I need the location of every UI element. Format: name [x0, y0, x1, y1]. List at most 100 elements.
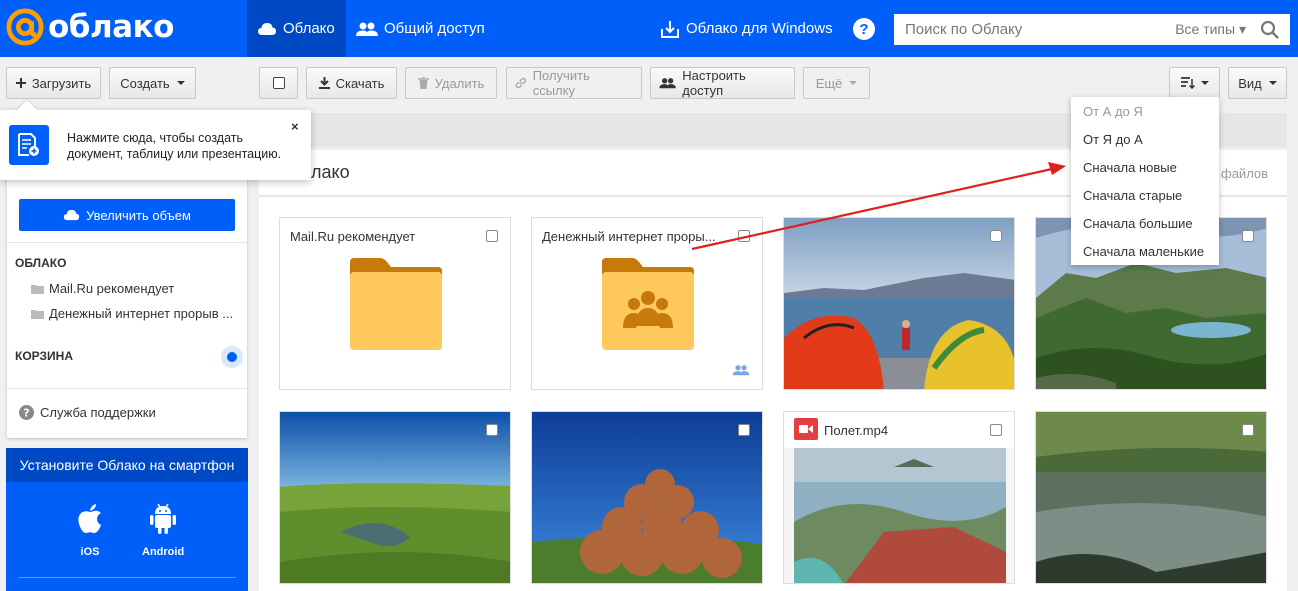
android-icon: [150, 503, 177, 534]
windows-link-label: Облако для Windows: [686, 20, 833, 37]
chevron-down-icon: [849, 81, 858, 85]
file-tile-folder-mailru[interactable]: Mail.Ru рекомендует: [279, 217, 511, 390]
tile-checkbox[interactable]: [486, 230, 498, 242]
folder-icon: [350, 258, 442, 350]
help-button[interactable]: ?: [853, 18, 875, 40]
tile-checkbox[interactable]: [486, 424, 498, 436]
at-logo-icon: [6, 8, 44, 46]
tile-checkbox[interactable]: [990, 230, 1002, 242]
mobile-app-promo: Установите Облако на смартфон iOS Androi…: [6, 448, 248, 591]
users-icon: [659, 78, 676, 89]
sort-button[interactable]: [1169, 67, 1220, 99]
upload-button[interactable]: Загрузить: [6, 67, 101, 99]
file-tile-folder-shared[interactable]: Денежный интернет проры...: [531, 217, 763, 390]
file-tile-photo-tents[interactable]: [783, 217, 1015, 390]
sidebar-item-mailru[interactable]: Mail.Ru рекомендует: [31, 281, 241, 296]
create-label: Создать: [120, 75, 170, 91]
cloud-icon: [258, 22, 276, 35]
tile-checkbox[interactable]: [738, 230, 750, 242]
increase-storage-button[interactable]: Увеличить объем: [19, 199, 235, 231]
chevron-down-icon: [176, 81, 185, 85]
tile-checkbox[interactable]: [738, 424, 750, 436]
download-box-icon: [661, 20, 679, 38]
android-app-link[interactable]: Android: [142, 502, 184, 558]
chevron-down-icon: [1200, 81, 1209, 85]
android-label: Android: [142, 546, 185, 558]
file-tile-video[interactable]: Полет.mp4: [783, 411, 1015, 584]
create-hint-tooltip: Нажмите сюда, чтобы создать документ, та…: [0, 100, 311, 180]
page-title: лако: [311, 162, 350, 182]
folder-icon: [31, 309, 44, 319]
sort-option-smallest[interactable]: Сначала маленькие: [1083, 244, 1204, 259]
sort-option-largest[interactable]: Сначала большие: [1083, 216, 1193, 231]
file-tile-photo-hay[interactable]: [531, 411, 763, 584]
photo-thumbnail: [784, 218, 1014, 389]
more-button[interactable]: Ещё: [803, 67, 870, 99]
chevron-down-icon: [1268, 81, 1277, 85]
file-tile-photo-forest[interactable]: [1035, 411, 1267, 584]
tile-checkbox[interactable]: [1242, 424, 1254, 436]
share-settings-button[interactable]: Настроить доступ: [650, 67, 795, 99]
view-label: Вид: [1238, 75, 1262, 91]
divider: [7, 242, 247, 243]
close-icon[interactable]: ×: [291, 119, 299, 134]
delete-label: Удалить: [434, 75, 485, 91]
new-document-icon: [9, 125, 49, 165]
upload-label: Загрузить: [31, 75, 92, 91]
tooltip-text: Нажмите сюда, чтобы создать документ, та…: [67, 131, 282, 161]
tile-label: Mail.Ru рекомендует: [290, 229, 416, 244]
delete-button[interactable]: Удалить: [405, 67, 497, 99]
tab-shared[interactable]: Общий доступ: [346, 0, 495, 57]
video-header: Полет.mp4: [784, 412, 1014, 448]
plus-icon: [15, 78, 26, 88]
download-icon: [318, 77, 330, 89]
get-link-button[interactable]: Получить ссылку: [506, 67, 642, 99]
sort-option-oldest[interactable]: Сначала старые: [1083, 188, 1182, 203]
download-button[interactable]: Скачать: [306, 67, 397, 99]
increase-storage-label: Увеличить объем: [86, 207, 191, 223]
divider: [7, 388, 247, 389]
photo-thumbnail: [532, 412, 762, 583]
tab-shared-label: Общий доступ: [384, 20, 485, 37]
tile-checkbox[interactable]: [1242, 230, 1254, 242]
windows-app-link[interactable]: Облако для Windows: [660, 0, 833, 57]
sort-menu: От А до Я От Я до А Сначала новые Сначал…: [1071, 97, 1219, 265]
select-all-button[interactable]: [259, 67, 298, 99]
sort-option-z-a[interactable]: От Я до А: [1083, 132, 1143, 147]
tab-cloud-label: Облако: [283, 20, 335, 37]
tab-cloud[interactable]: Облако: [247, 0, 346, 57]
support-link[interactable]: ? Служба поддержки: [19, 405, 156, 420]
svg-text:?: ?: [23, 407, 29, 420]
view-button[interactable]: Вид: [1228, 67, 1287, 99]
photo-thumbnail: [280, 412, 510, 583]
ios-app-link[interactable]: iOS: [76, 502, 104, 558]
sidebar: Увеличить объем ОБЛАКО Mail.Ru рекоменду…: [7, 160, 247, 438]
sort-option-newest[interactable]: Сначала новые: [1083, 160, 1177, 175]
files-count: файлов: [1221, 166, 1269, 181]
divider: [18, 577, 236, 578]
search-type-select[interactable]: Все типы ▾: [1175, 21, 1246, 38]
tile-checkbox[interactable]: [990, 424, 1002, 436]
shared-folder-icon: [602, 258, 694, 350]
sidebar-item-money[interactable]: Денежный интернет прорыв ...: [31, 306, 241, 321]
video-camera-icon: [794, 418, 818, 440]
search-icon[interactable]: [1260, 20, 1280, 40]
sort-option-a-z[interactable]: От А до Я: [1083, 104, 1143, 119]
file-tile-photo-field[interactable]: [279, 411, 511, 584]
get-link-label: Получить ссылку: [532, 68, 590, 98]
promo-title: Установите Облако на смартфон: [6, 448, 248, 482]
photo-thumbnail: [1036, 412, 1266, 583]
shared-users-icon: [732, 365, 750, 376]
trash-indicator: [221, 346, 243, 368]
search-input[interactable]: [894, 14, 1176, 45]
create-button[interactable]: Создать: [109, 67, 196, 99]
cloud-icon: [63, 209, 80, 221]
sidebar-cloud-heading[interactable]: ОБЛАКО: [15, 256, 66, 270]
sidebar-trash-heading[interactable]: КОРЗИНА: [15, 349, 73, 363]
sort-icon: [1180, 77, 1195, 89]
download-label: Скачать: [335, 75, 385, 91]
question-circle-icon: ?: [19, 405, 34, 420]
logo[interactable]: облако: [6, 8, 174, 46]
tile-label: Денежный интернет проры...: [542, 229, 716, 244]
trash-icon: [417, 77, 429, 89]
